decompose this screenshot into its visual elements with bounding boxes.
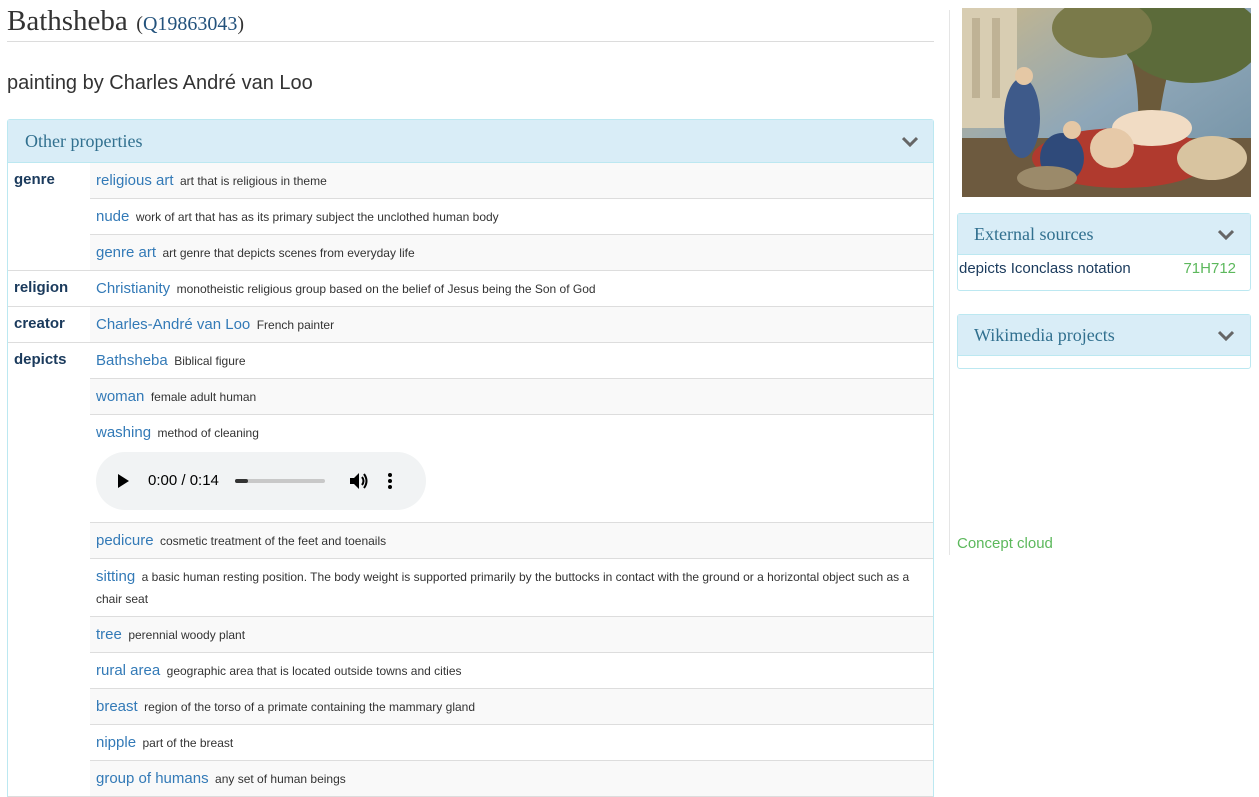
painting-thumbnail[interactable] xyxy=(962,8,1251,197)
property-name: creator xyxy=(14,315,65,332)
wikimedia-projects-header[interactable]: Wikimedia projects xyxy=(958,315,1250,356)
property-value-description: cosmetic treatment of the feet and toena… xyxy=(160,534,387,548)
property-value-description: any set of human beings xyxy=(215,772,346,786)
property-name: depicts xyxy=(14,351,67,368)
property-values: Bathsheba Biblical figure woman female ad… xyxy=(90,343,933,796)
property-value-link[interactable]: Christianity xyxy=(96,280,170,297)
property-value-link[interactable]: tree xyxy=(96,626,122,643)
qid-link[interactable]: Q19863043 xyxy=(143,13,237,35)
property-value-row: genre art art genre that depicts scenes … xyxy=(90,235,933,270)
audio-player[interactable]: 0:00 / 0:14 xyxy=(96,452,426,510)
property-value-link[interactable]: Charles-André van Loo xyxy=(96,316,250,333)
panel-spacer xyxy=(958,281,1250,290)
property-value-link[interactable]: woman xyxy=(96,388,144,405)
wikimedia-projects-panel: Wikimedia projects xyxy=(957,314,1251,369)
qid-wrapper: (Q19863043) xyxy=(136,13,244,35)
external-source-row: depicts Iconclass notation 71H712 xyxy=(958,255,1250,281)
property-name: religion xyxy=(14,279,69,296)
property-values: Christianity monotheistic religious grou… xyxy=(90,271,933,306)
qid-close-paren: ) xyxy=(237,13,245,35)
property-value-link[interactable]: rural area xyxy=(96,662,160,679)
property-value-row: sitting a basic human resting position. … xyxy=(90,559,933,617)
audio-progress-bar[interactable] xyxy=(234,479,325,483)
other-properties-header[interactable]: Other properties xyxy=(8,120,933,163)
more-options-icon[interactable] xyxy=(387,472,393,490)
chevron-down-icon[interactable] xyxy=(1218,228,1234,240)
property-value-link[interactable]: nipple xyxy=(96,734,136,751)
wikimedia-projects-title: Wikimedia projects xyxy=(974,324,1115,345)
play-icon[interactable] xyxy=(116,473,130,489)
property-value-description: region of the torso of a primate contain… xyxy=(144,700,475,714)
audio-time: 0:00 / 0:14 xyxy=(148,472,219,489)
property-value-description: female adult human xyxy=(150,390,257,404)
property-value-description: work of art that has as its primary subj… xyxy=(135,210,499,224)
concept-cloud-link[interactable]: Concept cloud xyxy=(957,535,1053,552)
property-value-row: Charles-André van Loo French painter xyxy=(90,307,933,342)
property-value-description: French painter xyxy=(256,318,335,332)
property-values: religious art art that is religious in t… xyxy=(90,163,933,270)
property-value-row: tree perennial woody plant xyxy=(90,617,933,653)
external-source-label: depicts Iconclass notation xyxy=(959,259,1131,277)
other-properties-title: Other properties xyxy=(25,130,143,151)
property-value-link[interactable]: washing xyxy=(96,424,151,441)
property-value-description: part of the breast xyxy=(142,736,234,750)
property-value-row: woman female adult human xyxy=(90,379,933,415)
property-value-row: nipple part of the breast xyxy=(90,725,933,761)
property-group-creator: creator Charles-André van Loo French pain… xyxy=(8,307,933,343)
chevron-down-icon[interactable] xyxy=(902,135,918,147)
property-value-description: a basic human resting position. The body… xyxy=(96,570,910,606)
property-value-description: perennial woody plant xyxy=(128,628,246,642)
property-value-description: method of cleaning xyxy=(157,426,259,440)
external-sources-title: External sources xyxy=(974,223,1094,244)
external-sources-panel: External sources depicts Iconclass notat… xyxy=(957,213,1251,291)
property-value-link[interactable]: pedicure xyxy=(96,532,154,549)
property-value-link[interactable]: genre art xyxy=(96,244,156,261)
iconclass-code-link[interactable]: 71H712 xyxy=(1183,260,1236,277)
external-sources-header[interactable]: External sources xyxy=(958,214,1250,255)
painting-image xyxy=(962,8,1251,197)
item-description: painting by Charles André van Loo xyxy=(7,72,313,94)
chevron-down-icon[interactable] xyxy=(1218,329,1234,341)
page-title: Bathsheba xyxy=(7,5,128,37)
property-value-row: rural area geographic area that is locat… xyxy=(90,653,933,689)
audio-progress-fill xyxy=(234,479,248,483)
property-value-link[interactable]: nude xyxy=(96,208,129,225)
property-value-row: Christianity monotheistic religious grou… xyxy=(90,271,933,306)
property-value-link[interactable]: group of humans xyxy=(96,770,209,787)
property-value-description: art genre that depicts scenes from every… xyxy=(162,246,415,260)
property-value-row: group of humans any set of human beings xyxy=(90,761,933,796)
property-value-description: Biblical figure xyxy=(174,354,246,368)
property-value-row: washing method of cleaning 0:00 / 0:14 xyxy=(90,415,933,523)
property-value-description: monotheistic religious group based on th… xyxy=(176,282,596,296)
column-divider xyxy=(949,10,950,555)
property-value-link[interactable]: religious art xyxy=(96,172,174,189)
volume-icon[interactable] xyxy=(349,472,369,490)
panel-spacer xyxy=(958,356,1250,368)
property-group-depicts: depicts Bathsheba Biblical figure woman fe… xyxy=(8,343,933,797)
property-value-row: pedicure cosmetic treatment of the feet … xyxy=(90,523,933,559)
property-value-row: nude work of art that has as its primary… xyxy=(90,199,933,235)
property-value-link[interactable]: sitting xyxy=(96,568,135,585)
property-value-link[interactable]: breast xyxy=(96,698,138,715)
property-group-religion: religion Christianity monotheistic religi… xyxy=(8,271,933,307)
property-value-description: art that is religious in theme xyxy=(180,174,327,188)
property-value-row: breast region of the torso of a primate … xyxy=(90,689,933,725)
page-header: Bathsheba (Q19863043) xyxy=(7,5,934,42)
property-name: genre xyxy=(14,171,55,188)
other-properties-panel: Other properties genre religious art art … xyxy=(7,119,934,797)
property-value-row: Bathsheba Biblical figure xyxy=(90,343,933,379)
property-value-link[interactable]: Bathsheba xyxy=(96,352,168,369)
property-value-row: religious art art that is religious in t… xyxy=(90,163,933,199)
properties-table: genre religious art art that is religious… xyxy=(8,163,933,797)
property-group-genre: genre religious art art that is religious… xyxy=(8,163,933,271)
property-value-description: geographic area that is located outside … xyxy=(166,664,462,678)
qid-open-paren: ( xyxy=(136,13,143,35)
property-values: Charles-André van Loo French painter xyxy=(90,307,933,342)
